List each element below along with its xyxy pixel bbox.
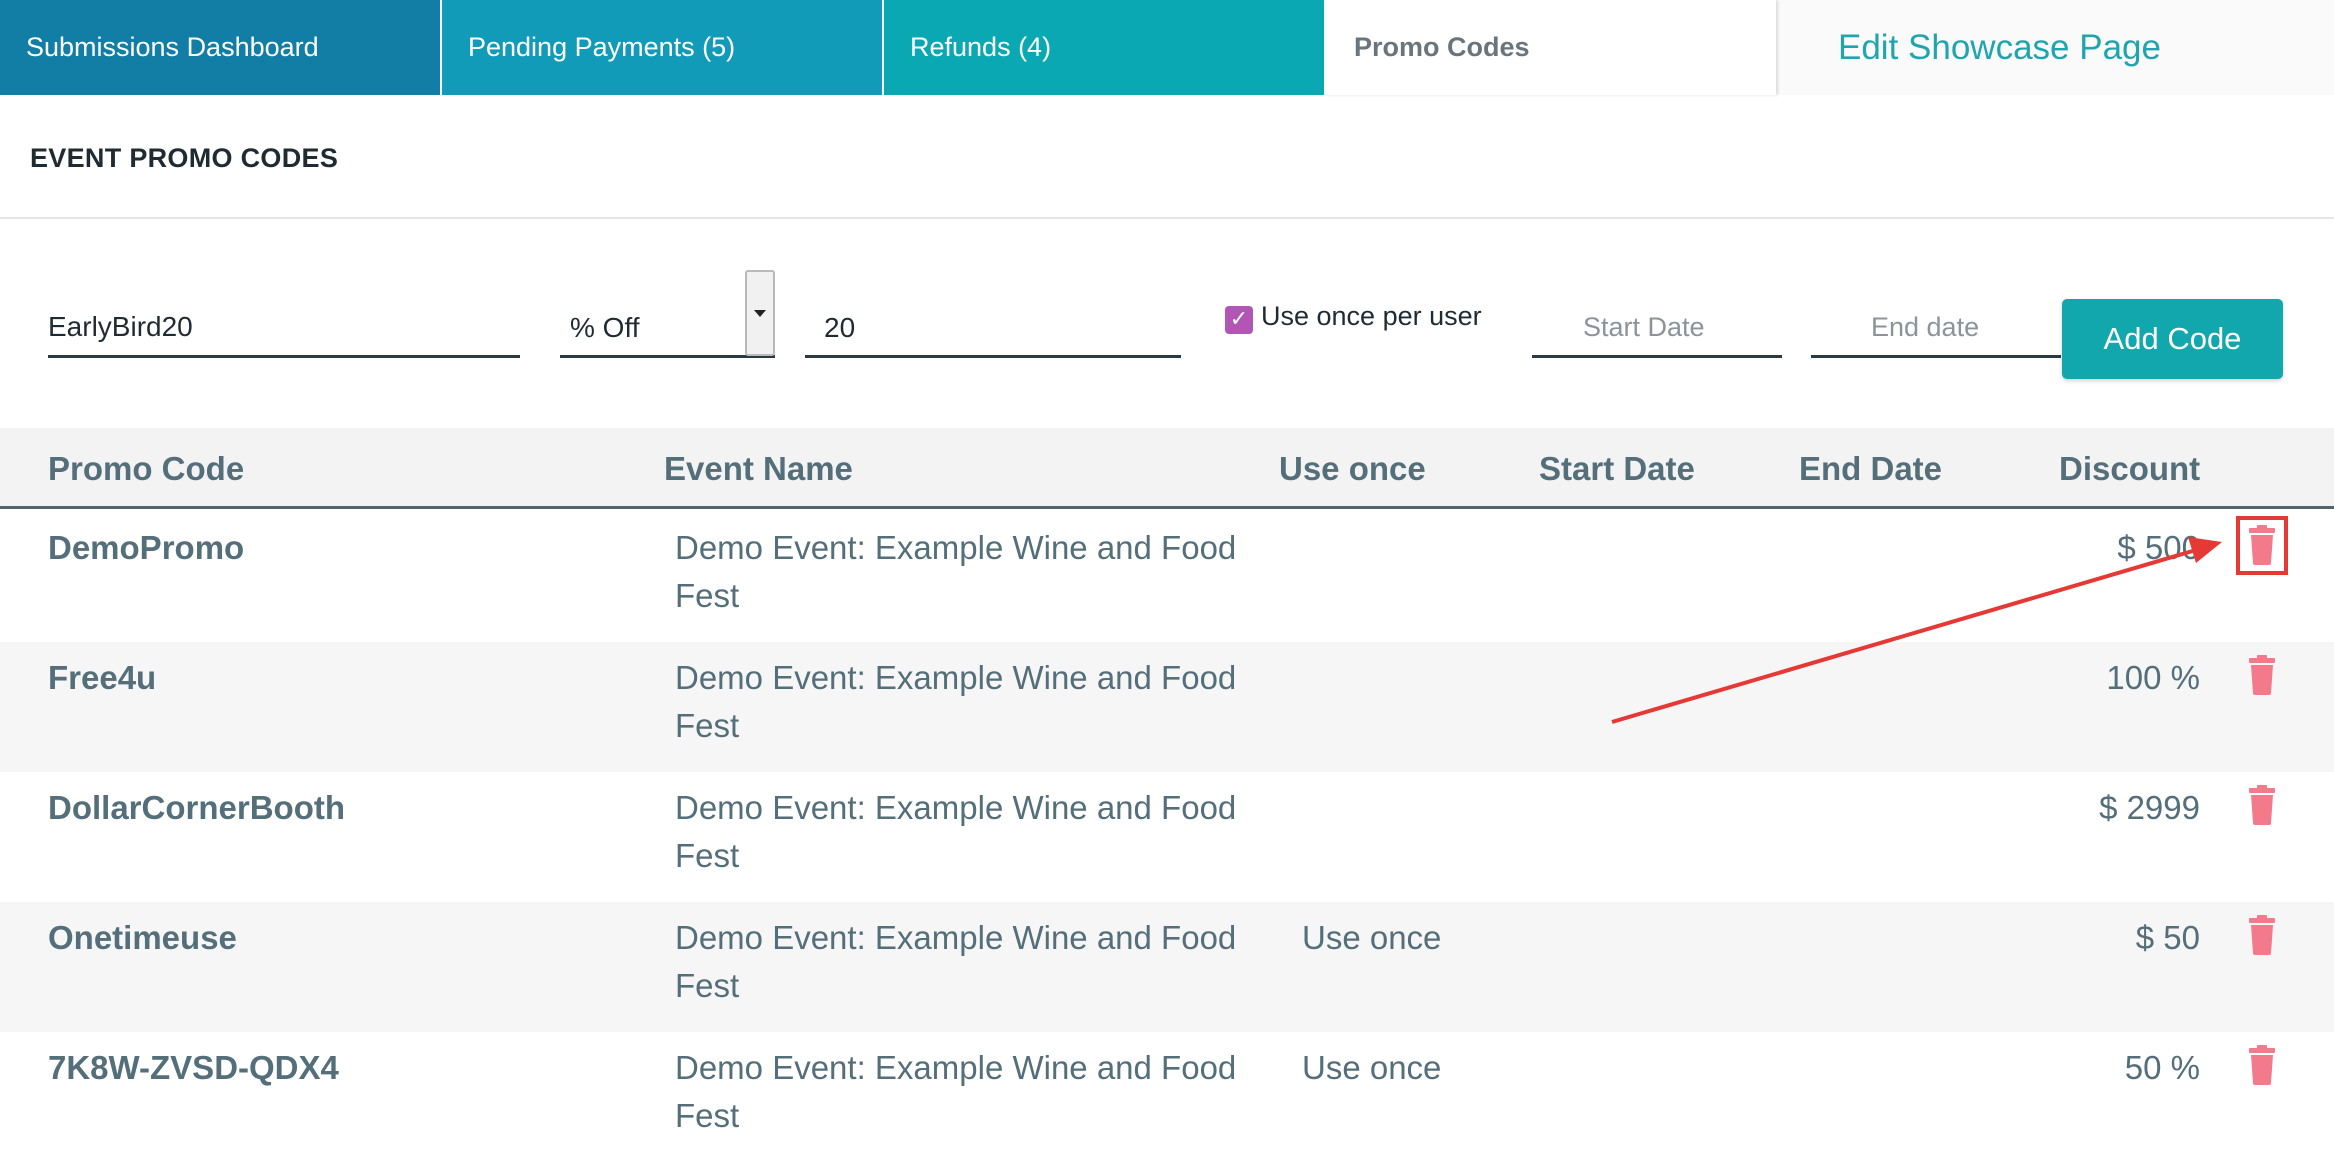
header-start-date[interactable]: Start Date <box>1539 428 1695 509</box>
row-promo-code: Free4u <box>48 659 157 696</box>
row-event-name: Demo Event: Example Wine and Food Fest <box>675 919 1237 1004</box>
table-row: Free4u Demo Event: Example Wine and Food… <box>0 642 2334 772</box>
promo-code-input[interactable]: EarlyBird20 <box>48 298 520 358</box>
row-event-name: Demo Event: Example Wine and Food Fest <box>675 789 1237 874</box>
start-date-input[interactable]: Start Date <box>1532 298 1782 358</box>
row-event-name: Demo Event: Example Wine and Food Fest <box>675 529 1237 614</box>
header-end-date[interactable]: End Date <box>1799 428 1942 509</box>
trash-icon[interactable] <box>2247 655 2277 695</box>
row-use-once: Use once <box>1302 1049 1442 1086</box>
discount-amount-input[interactable]: 20 <box>805 298 1181 358</box>
table-header: Promo Code Event Name Use once Start Dat… <box>0 428 2334 509</box>
table-row: 7K8W-ZVSD-QDX4 Demo Event: Example Wine … <box>0 1032 2334 1160</box>
start-date-placeholder: Start Date <box>1583 312 1705 342</box>
end-date-placeholder: End date <box>1871 312 1980 342</box>
add-code-button[interactable]: Add Code <box>2062 299 2283 379</box>
promo-code-value: EarlyBird20 <box>48 311 193 342</box>
use-once-checkbox[interactable]: ✓ <box>1225 306 1253 334</box>
discount-type-select[interactable]: % Off <box>560 298 775 358</box>
table-row: Onetimeuse Demo Event: Example Wine and … <box>0 902 2334 1032</box>
tab-refunds[interactable]: Refunds (4) <box>884 0 1324 95</box>
trash-icon[interactable] <box>2247 915 2277 955</box>
row-event-name: Demo Event: Example Wine and Food Fest <box>675 1049 1237 1134</box>
discount-amount-value: 20 <box>824 312 856 343</box>
tab-submissions-dashboard[interactable]: Submissions Dashboard <box>0 0 440 95</box>
table-row: DemoPromo Demo Event: Example Wine and F… <box>0 512 2334 642</box>
row-promo-code: DemoPromo <box>48 529 245 566</box>
use-once-label[interactable]: Use once per user <box>1261 301 1482 332</box>
row-discount: $ 500 <box>2117 529 2200 566</box>
row-discount: 100 % <box>2106 659 2200 696</box>
tab-pending-payments[interactable]: Pending Payments (5) <box>442 0 882 95</box>
row-event-name: Demo Event: Example Wine and Food Fest <box>675 659 1237 744</box>
trash-icon[interactable] <box>2247 1045 2277 1085</box>
annotation-highlight-box <box>2236 516 2288 575</box>
row-promo-code: DollarCornerBooth <box>48 789 345 826</box>
table-row: DollarCornerBooth Demo Event: Example Wi… <box>0 772 2334 902</box>
tab-edit-showcase-page[interactable]: Edit Showcase Page <box>1780 0 2334 95</box>
header-discount[interactable]: Discount <box>2059 428 2200 509</box>
row-use-once: Use once <box>1302 919 1442 956</box>
section-title: EVENT PROMO CODES <box>30 143 339 173</box>
header-promo-code[interactable]: Promo Code <box>48 428 244 509</box>
row-discount: $ 50 <box>2135 919 2200 956</box>
discount-type-value: % Off <box>570 312 640 343</box>
section-divider <box>0 217 2334 219</box>
tab-bar: Submissions Dashboard Pending Payments (… <box>0 0 2334 95</box>
row-promo-code: Onetimeuse <box>48 919 237 956</box>
tab-promo-codes[interactable]: Promo Codes <box>1326 0 1776 95</box>
row-discount: $ 2999 <box>2099 789 2200 826</box>
end-date-input[interactable]: End date <box>1811 298 2061 358</box>
trash-icon[interactable] <box>2247 785 2277 825</box>
caret-down-icon[interactable] <box>745 270 775 356</box>
header-event-name[interactable]: Event Name <box>664 428 853 509</box>
header-use-once[interactable]: Use once <box>1279 428 1426 509</box>
row-promo-code: 7K8W-ZVSD-QDX4 <box>48 1049 339 1086</box>
check-icon: ✓ <box>1229 307 1249 332</box>
row-discount: 50 % <box>2124 1049 2200 1086</box>
